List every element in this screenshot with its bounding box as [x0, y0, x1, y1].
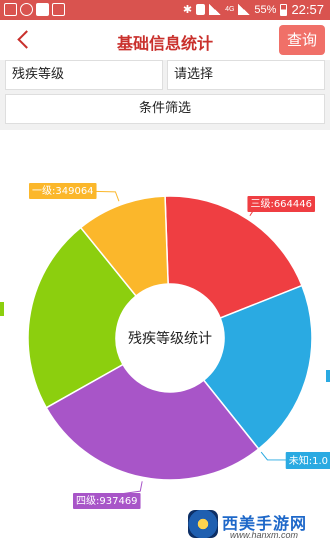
sim-icon — [196, 4, 206, 15]
clock: 22:57 — [291, 2, 324, 17]
donut-chart: 三级:664446 未知:1.0 四级:937469 一级:349064 残疾等级统计 — [0, 183, 330, 509]
watermark: 西美手游网 www.hanxm.com — [188, 508, 324, 544]
notification-icon — [4, 3, 17, 16]
callout-label-3: 四级:937469 — [76, 495, 138, 507]
callout-label-2: 未知:1.0 — [289, 454, 328, 467]
signal-icon — [209, 4, 222, 15]
query-button[interactable]: 查询 — [279, 25, 325, 55]
status-notification-icons — [4, 3, 65, 16]
filter-button[interactable]: 条件筛选 — [5, 94, 325, 124]
signal-icon-2 — [238, 4, 251, 15]
watermark-url: www.hanxm.com — [230, 530, 299, 540]
edge-marker-right — [326, 370, 330, 382]
callout-label-0: 三级:664446 — [250, 198, 312, 210]
level-select[interactable]: 请选择 — [167, 60, 325, 90]
smiley-icon — [20, 3, 33, 16]
image-icon — [52, 3, 65, 16]
bluetooth-icon: ✱ — [182, 4, 193, 16]
chart-area: 三级:664446 未知:1.0 四级:937469 一级:349064 残疾等级统计 — [0, 130, 330, 550]
app-header: 基础信息统计 查询 — [0, 20, 330, 60]
network-type: 4G — [225, 6, 235, 13]
chart-center-label: 残疾等级统计 — [128, 330, 212, 347]
category-select[interactable]: 残疾等级 — [5, 60, 163, 90]
edge-marker-left — [0, 302, 4, 316]
battery-icon — [280, 3, 288, 16]
callout-label-5: 一级:349064 — [32, 185, 94, 197]
status-bar: ✱ 4G 55% 22:57 — [0, 0, 330, 20]
watermark-logo — [188, 510, 218, 538]
battery-percent: 55% — [254, 3, 277, 16]
status-system-icons: ✱ 4G 55% 22:57 — [183, 2, 324, 17]
message-icon — [36, 3, 49, 16]
filter-panel: 残疾等级 请选择 条件筛选 — [0, 60, 330, 130]
